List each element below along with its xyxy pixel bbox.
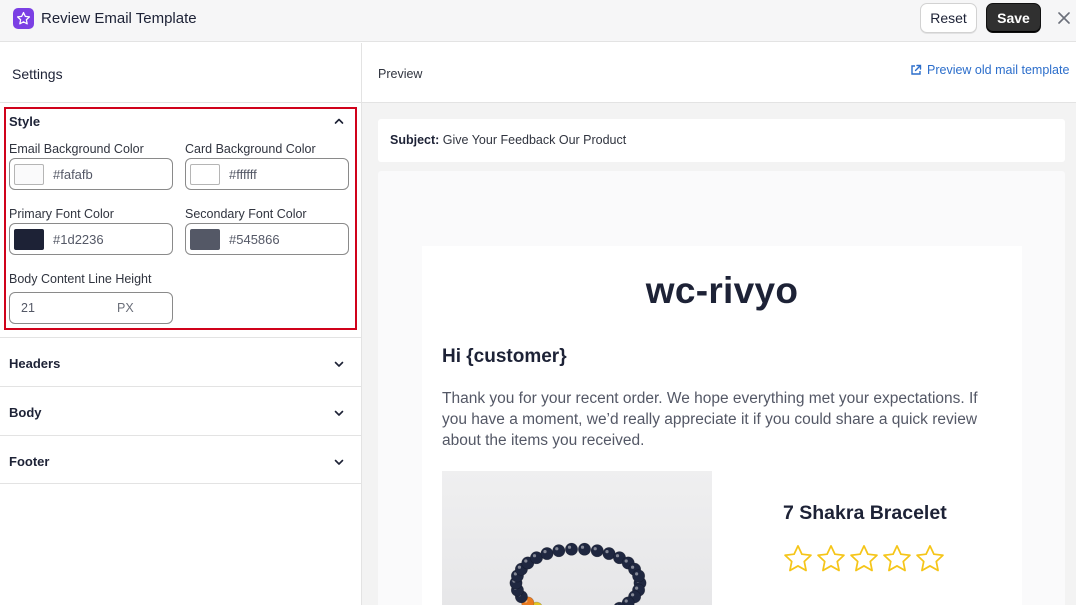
line-height-unit: PX <box>117 301 134 315</box>
primary-font-label: Primary Font Color <box>9 207 114 221</box>
preview-title: Preview <box>378 67 423 81</box>
bead-highlight <box>543 550 547 554</box>
bead-highlight <box>555 547 559 551</box>
bead-highlight <box>635 586 639 590</box>
bead-highlight <box>635 572 639 576</box>
card-bg-label: Card Background Color <box>185 142 316 156</box>
top-bar: Review Email Template Reset Save <box>0 0 1076 42</box>
app-logo-star-icon <box>13 8 34 29</box>
chevron-down-icon[interactable] <box>333 456 345 468</box>
product-name: 7 Shakra Bracelet <box>783 502 947 524</box>
email-bg-label: Email Background Color <box>9 142 144 156</box>
body-section-title: Body <box>9 405 42 420</box>
preview-header: Preview Preview old mail template <box>362 43 1076 103</box>
star-icon[interactable] <box>881 543 913 575</box>
chevron-up-icon[interactable] <box>333 115 345 127</box>
app-title: Review Email Template <box>41 10 197 27</box>
primary-font-value: #1d2236 <box>53 232 104 247</box>
headers-section-title: Headers <box>9 356 61 371</box>
bracelet-bead <box>578 542 592 556</box>
star-icon[interactable] <box>914 543 946 575</box>
line-height-label: Body Content Line Height <box>9 272 152 286</box>
email-brand-title: wc-rivyo <box>645 270 799 311</box>
preview-old-template-label: Preview old mail template <box>927 63 1070 77</box>
bead-highlight <box>605 550 609 554</box>
footer-section[interactable]: Footer <box>0 435 361 484</box>
card-bg-swatch[interactable] <box>190 164 220 185</box>
bead-highlight <box>593 547 597 551</box>
style-section-title[interactable]: Style <box>9 114 40 129</box>
bead-highlight <box>532 554 537 558</box>
reset-button[interactable]: Reset <box>920 3 977 33</box>
secondary-font-value: #545866 <box>229 232 280 247</box>
secondary-font-color-input[interactable]: #545866 <box>185 223 349 255</box>
card-bg-color-input[interactable]: #ffffff <box>185 158 349 190</box>
primary-font-color-input[interactable]: #1d2236 <box>9 223 173 255</box>
headers-section[interactable]: Headers <box>0 337 361 386</box>
style-section: Style Email Background Color #fafafb Car… <box>4 107 357 330</box>
bead-highlight <box>624 559 628 563</box>
email-body-text: Thank you for your recent order. We hope… <box>442 390 978 449</box>
bracelet-image <box>509 542 647 605</box>
bracelet-bead <box>590 544 604 558</box>
bead-highlight <box>580 545 585 549</box>
body-section[interactable]: Body <box>0 386 361 435</box>
line-height-value: 21 <box>21 301 35 315</box>
settings-panel: Settings Style Email Background Color #f… <box>0 43 362 605</box>
bead-highlight <box>517 565 521 569</box>
footer-section-title: Footer <box>9 454 50 469</box>
email-card: wc-rivyo Hi {customer} Thank you for you… <box>422 246 1022 605</box>
close-icon[interactable] <box>1054 8 1074 28</box>
subject-bar: Subject: Give Your Feedback Our Product <box>378 119 1065 162</box>
bead-highlight <box>524 559 528 563</box>
product-image <box>442 471 712 605</box>
primary-font-swatch[interactable] <box>14 229 44 250</box>
bracelet-bead <box>565 542 579 556</box>
save-button[interactable]: Save <box>986 3 1041 33</box>
subject-line: Subject: Give Your Feedback Our Product <box>390 133 626 147</box>
bead-highlight <box>631 565 635 569</box>
settings-title: Settings <box>12 66 63 82</box>
email-bg-color-input[interactable]: #fafafb <box>9 158 173 190</box>
card-bg-value: #ffffff <box>229 167 257 182</box>
secondary-font-swatch[interactable] <box>190 229 220 250</box>
email-greeting: Hi {customer} <box>442 346 567 367</box>
bead-highlight <box>624 599 628 603</box>
email-bg-swatch[interactable] <box>14 164 44 185</box>
bracelet-bead <box>632 569 646 583</box>
preview-old-template-link[interactable]: Preview old mail template <box>910 63 1069 77</box>
star-icon[interactable] <box>815 543 847 575</box>
bead-highlight <box>631 593 635 597</box>
chevron-down-icon[interactable] <box>333 358 345 370</box>
preview-panel: Preview Preview old mail template Subjec… <box>362 43 1076 605</box>
email-bg-value: #fafafb <box>53 167 93 182</box>
chevron-down-icon[interactable] <box>333 407 345 419</box>
subject-label: Subject: <box>390 133 440 147</box>
bracelet-bead <box>540 547 554 561</box>
bracelet-bead <box>552 544 566 558</box>
bead-highlight <box>615 554 620 558</box>
subject-value: Give Your Feedback Our Product <box>442 133 627 147</box>
email-background: wc-rivyo Hi {customer} Thank you for you… <box>378 171 1065 605</box>
star-icon[interactable] <box>782 543 814 575</box>
settings-header: Settings <box>0 43 361 103</box>
line-height-input[interactable]: 21 PX <box>9 292 173 324</box>
external-link-icon <box>911 64 922 75</box>
secondary-font-label: Secondary Font Color <box>185 207 307 221</box>
bead-highlight <box>567 545 572 549</box>
star-icon[interactable] <box>848 543 880 575</box>
star-rating[interactable] <box>782 543 946 575</box>
